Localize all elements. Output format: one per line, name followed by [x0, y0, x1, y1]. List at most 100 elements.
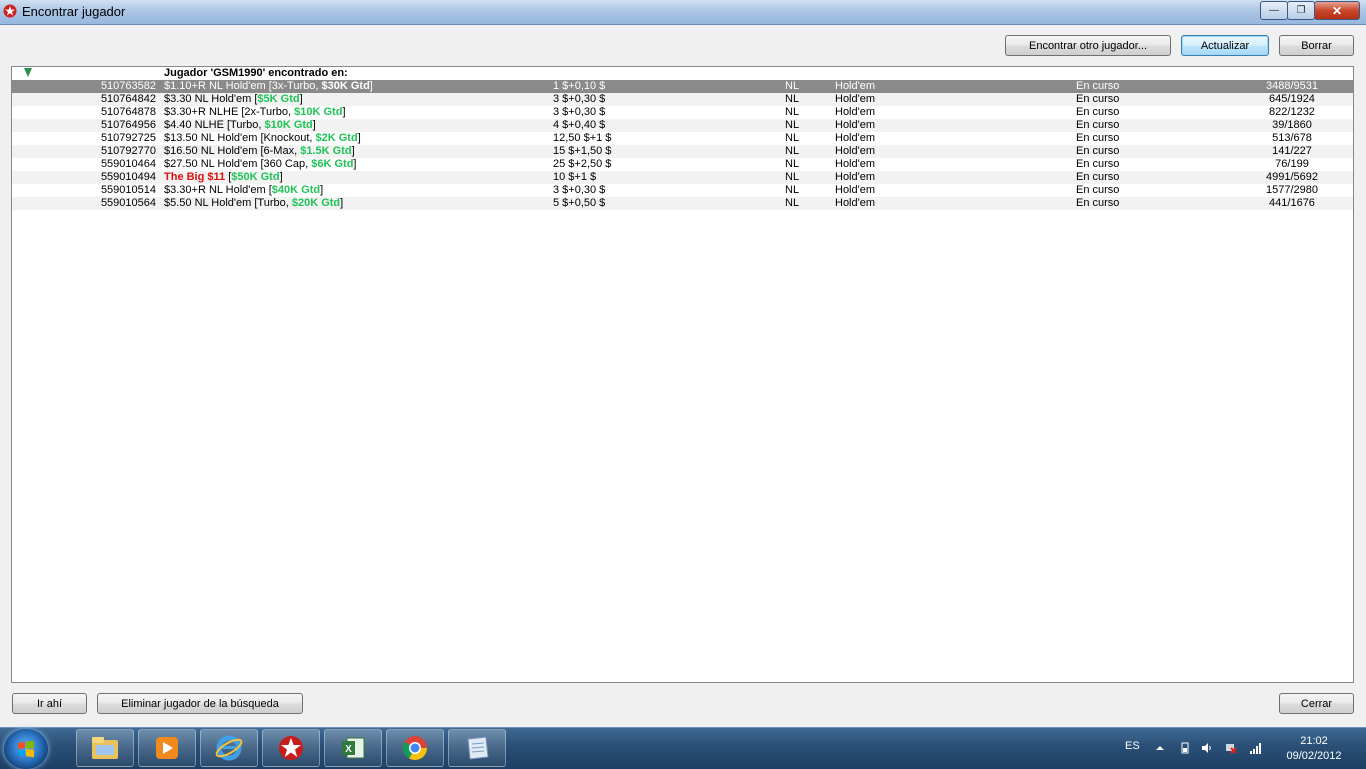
guarantee-label: $10K Gtd	[294, 106, 343, 118]
status: En curso	[1076, 197, 1120, 209]
media-player-icon	[156, 737, 178, 759]
buy-in: 3 $+0,30 $	[553, 106, 606, 118]
tournament-id: 559010564	[100, 197, 156, 209]
table-row[interactable]: 510763582 $1.10+R NL Hold'em [3x-Turbo, $…	[12, 80, 1353, 93]
status: En curso	[1076, 171, 1120, 183]
remove-player-button[interactable]: Eliminar jugador de la búsqueda	[97, 693, 303, 714]
game-type: Hold'em	[835, 106, 876, 118]
chrome-icon	[402, 736, 427, 761]
clock-time: 21:02	[1300, 735, 1328, 747]
sort-down-icon[interactable]	[24, 68, 32, 78]
refresh-button[interactable]: Actualizar	[1181, 35, 1269, 56]
network-error-icon[interactable]	[1225, 742, 1237, 754]
buy-in: 25 $+2,50 $	[553, 158, 612, 170]
taskbar-notepad[interactable]	[448, 729, 506, 767]
guarantee-label: $20K Gtd	[291, 197, 341, 209]
taskbar-chrome[interactable]	[386, 729, 444, 767]
tournament-name: $4.40 NLHE [Turbo,	[164, 119, 265, 131]
results-list[interactable]: Jugador 'GSM1990' encontrado en: 5107635…	[11, 66, 1354, 683]
close-window-button[interactable]: ✕	[1314, 1, 1360, 20]
signal-strength-icon[interactable]	[1249, 742, 1261, 754]
tournament-name: $16.50 NL Hold'em [6-Max,	[164, 145, 301, 157]
taskbar-internet-explorer[interactable]	[200, 729, 258, 767]
players-count: 3488/9531	[1266, 80, 1318, 92]
maximize-button[interactable]: ❐	[1287, 1, 1315, 20]
tournament-title: $1.10+R NL Hold'em [3x-Turbo, $30K Gtd]	[164, 80, 373, 93]
svg-text:X: X	[345, 744, 352, 755]
show-hidden-icons-icon[interactable]	[1154, 742, 1166, 754]
find-other-player-button[interactable]: Encontrar otro jugador...	[1005, 35, 1171, 56]
limit-type: NL	[785, 119, 800, 131]
explorer-icon	[92, 737, 118, 759]
volume-icon[interactable]	[1201, 742, 1213, 754]
table-row[interactable]: 510792725 $13.50 NL Hold'em [Knockout, $2…	[12, 132, 1353, 145]
guarantee-label: $10K Gtd	[264, 119, 313, 131]
tournament-name-suffix: ]	[353, 158, 357, 170]
buy-in: 3 $+0,30 $	[553, 184, 606, 196]
table-row[interactable]: 510764842 $3.30 NL Hold'em [$5K Gtd] 3 $+0…	[12, 93, 1353, 106]
clock[interactable]: 21:02 09/02/2012	[1274, 734, 1354, 764]
tournament-name-suffix: ]	[369, 80, 373, 92]
battery-icon[interactable]	[1179, 742, 1191, 754]
clock-date: 09/02/2012	[1286, 750, 1342, 762]
table-row[interactable]: 559010514 $3.30+R NL Hold'em [$40K Gtd] 3 …	[12, 184, 1353, 197]
excel-icon: X	[342, 737, 365, 759]
taskbar: X ES 21:02 09/02/2012	[0, 727, 1366, 769]
taskbar-explorer[interactable]	[76, 729, 134, 767]
start-button[interactable]	[4, 729, 48, 769]
tournament-title: $3.30 NL Hold'em [$5K Gtd]	[164, 93, 303, 106]
table-row[interactable]: 510764956 $4.40 NLHE [Turbo, $10K Gtd] 4 $…	[12, 119, 1353, 132]
buy-in: 10 $+1 $	[553, 171, 597, 183]
game-type: Hold'em	[835, 119, 876, 131]
table-row[interactable]: 510764878 $3.30+R NLHE [2x-Turbo, $10K Gt…	[12, 106, 1353, 119]
limit-type: NL	[785, 197, 800, 209]
buy-in: 4 $+0,40 $	[553, 119, 606, 131]
tournament-name: $13.50 NL Hold'em [Knockout,	[164, 132, 316, 144]
list-header-title: Jugador 'GSM1990' encontrado en:	[164, 67, 348, 79]
tournament-name: $3.30+R NL Hold'em [	[164, 184, 272, 196]
taskbar-excel[interactable]: X	[324, 729, 382, 767]
status: En curso	[1076, 184, 1120, 196]
guarantee-label: $40K Gtd	[271, 184, 321, 196]
minimize-button[interactable]: —	[1260, 1, 1288, 20]
tournament-id: 510764878	[100, 106, 156, 118]
list-header: Jugador 'GSM1990' encontrado en:	[12, 67, 1353, 80]
table-row[interactable]: 559010564 $5.50 NL Hold'em [Turbo, $20K G…	[12, 197, 1353, 210]
language-indicator[interactable]: ES	[1125, 740, 1140, 752]
dialog-client: Encontrar otro jugador... Actualizar Bor…	[0, 25, 1366, 727]
tournament-name: $3.30+R NLHE [2x-Turbo,	[164, 106, 295, 118]
game-type: Hold'em	[835, 132, 876, 144]
tournament-name-suffix: ]	[357, 132, 361, 144]
guarantee-label: $1.5K Gtd	[300, 145, 352, 157]
table-row[interactable]: 559010464 $27.50 NL Hold'em [360 Cap, $6K…	[12, 158, 1353, 171]
limit-type: NL	[785, 93, 800, 105]
pokerstars-icon	[279, 736, 303, 760]
taskbar-pokerstars[interactable]	[262, 729, 320, 767]
status: En curso	[1076, 119, 1120, 131]
players-count: 645/1924	[1269, 93, 1315, 105]
tournament-name-suffix: ]	[279, 171, 283, 183]
tournament-id: 559010464	[100, 158, 156, 170]
tournament-title: $16.50 NL Hold'em [6-Max, $1.5K Gtd]	[164, 145, 355, 158]
guarantee-label: $2K Gtd	[315, 132, 358, 144]
go-there-button[interactable]: Ir ahí	[12, 693, 87, 714]
tournament-id: 510764956	[100, 119, 156, 131]
players-count: 39/1860	[1272, 119, 1312, 131]
tournament-id: 559010514	[100, 184, 156, 196]
table-row[interactable]: 559010494 The Big $11 [$50K Gtd] 10 $+1 $ N…	[12, 171, 1353, 184]
players-count: 513/678	[1272, 132, 1312, 144]
guarantee-label: $5K Gtd	[257, 93, 300, 105]
taskbar-media-player[interactable]	[138, 729, 196, 767]
status: En curso	[1076, 93, 1120, 105]
pokerstars-logo-icon	[3, 4, 17, 18]
maximize-icon: ❐	[1296, 5, 1306, 16]
players-count: 141/227	[1272, 145, 1312, 157]
internet-explorer-icon	[215, 735, 243, 761]
table-row[interactable]: 510792770 $16.50 NL Hold'em [6-Max, $1.5K…	[12, 145, 1353, 158]
tournament-name: $5.50 NL Hold'em [Turbo,	[164, 197, 292, 209]
status: En curso	[1076, 132, 1120, 144]
status: En curso	[1076, 145, 1120, 157]
tournament-name-suffix: ]	[351, 145, 355, 157]
close-button[interactable]: Cerrar	[1279, 693, 1354, 714]
delete-button[interactable]: Borrar	[1279, 35, 1354, 56]
